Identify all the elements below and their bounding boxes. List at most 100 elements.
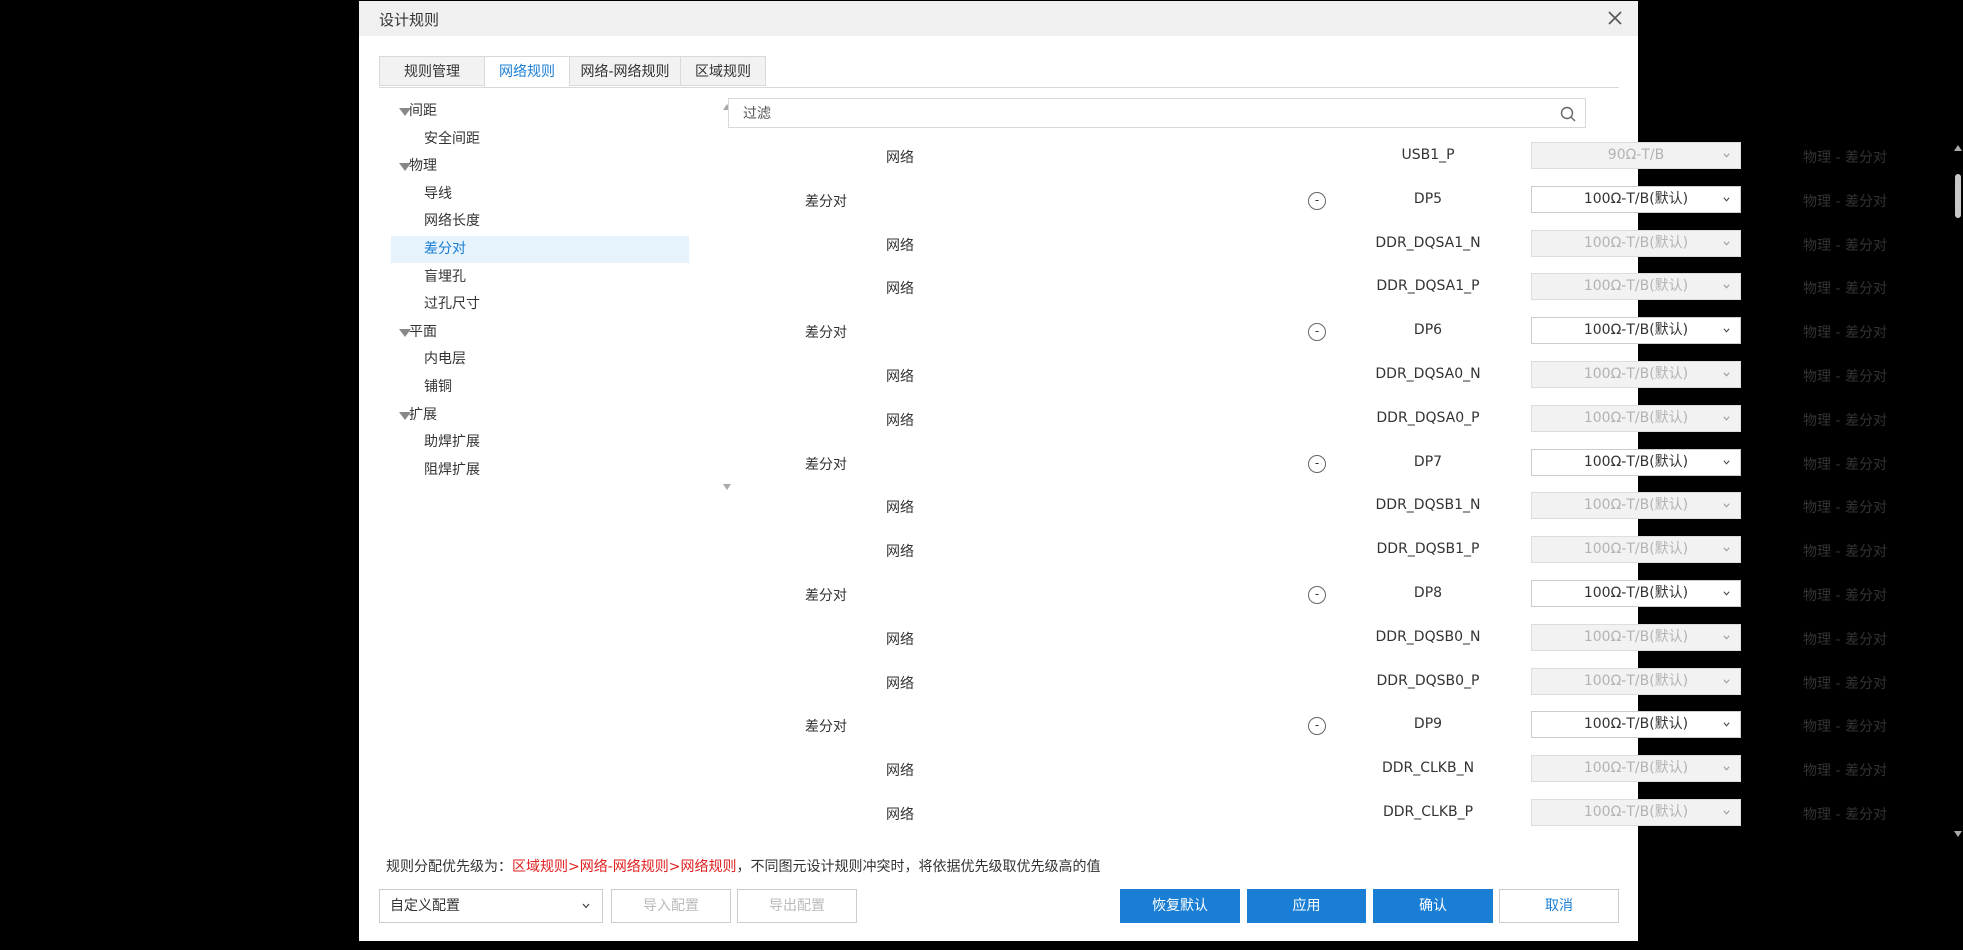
row-kind: 网络: [886, 369, 914, 385]
row-kind: 网络: [886, 631, 914, 648]
tree-item[interactable]: 网络长度: [391, 208, 689, 235]
collapse-pair-icon[interactable]: -: [1308, 323, 1326, 342]
row-net-name: DP5: [1413, 190, 1443, 207]
rule-row: 网络 DDR_DQSB0_P 100Ω-T/B(默认) 物理 - 差分对: [728, 667, 1887, 697]
tree-item[interactable]: 铺铜: [391, 374, 689, 401]
collapse-pair-icon[interactable]: -: [1308, 717, 1326, 736]
row-rule-select[interactable]: 100Ω-T/B(默认): [1531, 492, 1741, 520]
row-kind: 网络: [886, 675, 914, 692]
tree-item-label: 铺铜: [424, 379, 452, 395]
row-rule-select[interactable]: 100Ω-T/B(默认): [1531, 536, 1741, 564]
row-kind: 网络: [886, 500, 914, 517]
cancel-button[interactable]: 取消: [1499, 889, 1619, 923]
tree-item-label: 物理: [409, 158, 437, 175]
rule-row: 网络 DDR_CLKB_P 100Ω-T/B(默认) 物理 - 差分对: [728, 798, 1887, 828]
collapse-pair-icon[interactable]: -: [1308, 454, 1326, 473]
tree-group[interactable]: 平面: [391, 319, 689, 346]
tab-net-net-rules[interactable]: 网络-网络规则: [569, 56, 681, 86]
scroll-thumb[interactable]: [1955, 174, 1961, 218]
tree-group[interactable]: 间距: [391, 98, 689, 125]
chevron-down-icon: [1723, 372, 1730, 377]
tree-item[interactable]: 盲埋孔: [391, 264, 689, 291]
tree-item-label: 网络长度: [424, 213, 480, 230]
row-rule-select[interactable]: 100Ω-T/B(默认): [1531, 799, 1741, 826]
rule-row: 差分对 - DP8 100Ω-T/B(默认) 物理 - 差分对: [728, 579, 1887, 609]
row-rule-select[interactable]: 90Ω-T/B: [1531, 142, 1741, 169]
close-icon[interactable]: [1602, 5, 1628, 31]
row-rule-value: 100Ω-T/B(默认): [1583, 804, 1689, 820]
row-rule-value: 100Ω-T/B(默认): [1583, 541, 1689, 558]
rows-scrollbar[interactable]: [1952, 141, 1963, 841]
row-rule-select[interactable]: 100Ω-T/B(默认): [1531, 667, 1741, 695]
priority-note-prefix: 规则分配优先级为：: [386, 859, 512, 875]
row-rule-value: 100Ω-T/B(默认): [1583, 234, 1689, 251]
row-category: 物理 - 差分对: [1803, 325, 1887, 342]
chevron-down-icon: [1723, 766, 1730, 771]
row-rule-value: 100Ω-T/B(默认): [1583, 322, 1689, 339]
row-category: 物理 - 差分对: [1803, 588, 1887, 604]
row-rule-select[interactable]: 100Ω-T/B(默认): [1531, 229, 1741, 257]
collapse-pair-icon[interactable]: -: [1308, 586, 1326, 604]
preset-select[interactable]: 自定义配置: [379, 889, 603, 923]
row-category: 物理 - 差分对: [1803, 412, 1887, 429]
tree-item[interactable]: 过孔尺寸: [391, 291, 689, 318]
tree-item-label: 平面: [409, 323, 437, 340]
tree-item[interactable]: 安全间距: [391, 126, 689, 153]
rule-row: 差分对 - DP6 100Ω-T/B(默认) 物理 - 差分对: [728, 316, 1887, 346]
tree-item[interactable]: 助焊扩展: [391, 429, 689, 456]
confirm-button[interactable]: 确认: [1373, 889, 1493, 923]
row-category: 物理 - 差分对: [1803, 150, 1887, 166]
tree-group[interactable]: 扩展: [391, 402, 689, 429]
tree-item[interactable]: 导线: [391, 181, 689, 208]
chevron-down-icon: [1723, 722, 1730, 728]
rule-rows: 网络 USB1_P 90Ω-T/B 物理 - 差分对 差分对 - DP5 100Ω-T/B(默…: [728, 141, 1887, 841]
tab-bar: 规则管理 网络规则 网络-网络规则 区域规则: [379, 56, 1619, 88]
row-rule-select[interactable]: 100Ω-T/B(默认): [1531, 755, 1741, 783]
rule-row: 网络 DDR_DQSA0_P 100Ω-T/B(默认) 物理 - 差分对: [728, 404, 1887, 434]
tab-rule-management[interactable]: 规则管理: [379, 56, 485, 86]
row-category: 物理 - 差分对: [1803, 675, 1887, 692]
row-kind: 差分对: [805, 456, 847, 473]
rule-row: 网络 DDR_DQSB1_P 100Ω-T/B(默认) 物理 - 差分对: [728, 535, 1887, 565]
apply-button[interactable]: 应用: [1247, 889, 1366, 923]
collapse-pair-icon[interactable]: -: [1308, 191, 1326, 210]
row-rule-select[interactable]: 100Ω-T/B(默认): [1531, 448, 1741, 476]
export-config-button[interactable]: 导出配置: [737, 889, 857, 923]
tree-item[interactable]: 差分对: [391, 236, 689, 263]
row-kind: 网络: [886, 281, 914, 298]
tree-item-label: 安全间距: [424, 130, 480, 147]
search-icon[interactable]: [1559, 105, 1577, 123]
tree-item[interactable]: 内电层: [391, 346, 689, 373]
tab-region-rules[interactable]: 区域规则: [680, 56, 766, 86]
tree-group[interactable]: 物理: [391, 153, 689, 180]
row-rule-select[interactable]: 100Ω-T/B(默认): [1531, 623, 1741, 651]
filter-input[interactable]: [741, 103, 1535, 125]
row-rule-select[interactable]: 100Ω-T/B(默认): [1531, 317, 1741, 345]
tree-item[interactable]: 阻焊扩展: [391, 457, 689, 484]
import-config-button[interactable]: 导入配置: [611, 889, 731, 923]
row-rule-select[interactable]: 100Ω-T/B(默认): [1531, 711, 1741, 739]
restore-default-button[interactable]: 恢复默认: [1120, 889, 1240, 923]
row-net-name: DDR_DQSA1_N: [1375, 234, 1481, 251]
row-kind: 差分对: [805, 719, 847, 736]
tab-net-rules[interactable]: 网络规则: [484, 56, 570, 87]
row-net-name: DP7: [1413, 453, 1443, 470]
chevron-down-icon: [1723, 153, 1730, 158]
row-rule-value: 100Ω-T/B(默认): [1583, 672, 1689, 689]
row-net-name: DDR_CLKB_P: [1382, 804, 1474, 820]
chevron-down-icon: [1723, 547, 1730, 552]
row-net-name: DP6: [1413, 322, 1443, 339]
row-rule-select[interactable]: 100Ω-T/B(默认): [1531, 580, 1741, 607]
title-bar: 设计规则: [359, 1, 1638, 36]
row-rule-select[interactable]: 100Ω-T/B(默认): [1531, 185, 1741, 213]
preset-value: 自定义配置: [390, 898, 460, 914]
chevron-down-icon: [1723, 328, 1730, 333]
row-rule-select[interactable]: 100Ω-T/B(默认): [1531, 273, 1741, 301]
row-rule-select[interactable]: 100Ω-T/B(默认): [1531, 404, 1741, 432]
row-rule-value: 100Ω-T/B(默认): [1583, 453, 1689, 470]
row-rule-select[interactable]: 100Ω-T/B(默认): [1531, 361, 1741, 388]
chevron-down-icon: [582, 903, 590, 909]
row-net-name: DDR_DQSB0_N: [1375, 628, 1481, 645]
tree-item-label: 间距: [409, 103, 437, 119]
row-net-name: DDR_DQSA1_P: [1376, 278, 1480, 295]
